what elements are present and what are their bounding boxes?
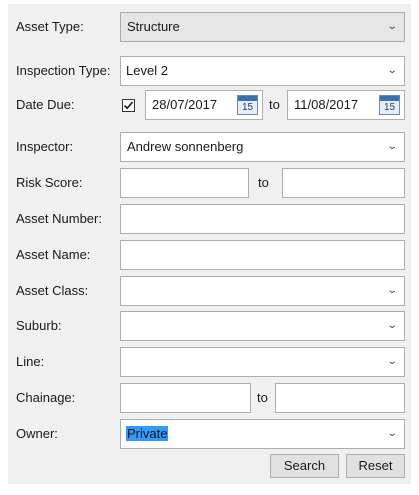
asset-class-label: Asset Class: — [16, 283, 89, 298]
checkmark-icon — [123, 101, 134, 110]
owner-label: Owner: — [16, 426, 58, 441]
asset-type-value: Structure — [127, 19, 180, 34]
reset-button[interactable]: Reset — [346, 454, 405, 478]
suburb-label: Suburb: — [16, 318, 62, 333]
chevron-down-icon: ⌄ — [386, 141, 398, 152]
date-due-from-value: 28/07/2017 — [152, 97, 218, 112]
date-due-from-picker[interactable]: 28/07/2017 15 — [145, 90, 263, 120]
chainage-to-label: to — [257, 390, 268, 405]
chainage-to-input[interactable] — [275, 383, 405, 413]
chainage-label: Chainage: — [16, 390, 76, 405]
inspection-type-value: Level 2 — [126, 63, 168, 78]
risk-score-to-input[interactable] — [282, 168, 405, 198]
risk-score-to-label: to — [258, 175, 269, 190]
calendar-icon[interactable]: 15 — [237, 95, 258, 115]
search-panel: Asset Type: Structure ⌄ Inspection Type:… — [8, 4, 411, 484]
asset-name-label: Asset Name: — [16, 247, 91, 262]
asset-class-select[interactable]: ⌄ — [120, 276, 405, 306]
date-due-to-label: to — [269, 97, 280, 112]
inspection-type-select[interactable]: Level 2 ⌄ — [120, 56, 405, 86]
chevron-down-icon: ⌄ — [386, 428, 398, 439]
line-select[interactable]: ⌄ — [120, 347, 405, 377]
chainage-from-input[interactable] — [120, 383, 251, 413]
date-due-checkbox[interactable] — [122, 99, 135, 112]
chevron-down-icon: ⌄ — [386, 285, 398, 296]
risk-score-label: Risk Score: — [16, 175, 83, 190]
asset-name-input[interactable] — [120, 240, 405, 270]
inspector-select[interactable]: Andrew sonnenberg ⌄ — [120, 132, 405, 162]
date-due-label: Date Due: — [16, 97, 75, 112]
chevron-down-icon: ⌄ — [386, 65, 398, 76]
inspection-type-label: Inspection Type: — [16, 63, 111, 78]
calendar-day: 15 — [383, 102, 396, 113]
chevron-down-icon: ⌄ — [386, 356, 398, 367]
risk-score-from-input[interactable] — [120, 168, 249, 198]
calendar-icon[interactable]: 15 — [379, 95, 400, 115]
chevron-down-icon: ⌄ — [386, 320, 398, 331]
date-due-to-picker[interactable]: 11/08/2017 15 — [287, 90, 405, 120]
asset-number-label: Asset Number: — [16, 211, 102, 226]
calendar-day: 15 — [241, 102, 254, 113]
chevron-down-icon: ⌄ — [386, 21, 398, 32]
owner-select[interactable]: Private ⌄ — [120, 419, 405, 449]
date-due-to-value: 11/08/2017 — [294, 97, 359, 112]
line-label: Line: — [16, 354, 45, 369]
asset-type-select[interactable]: Structure ⌄ — [120, 12, 405, 42]
inspector-value: Andrew sonnenberg — [127, 139, 244, 154]
asset-type-label: Asset Type: — [16, 19, 84, 34]
search-button[interactable]: Search — [270, 454, 339, 478]
owner-value: Private — [126, 426, 169, 441]
suburb-select[interactable]: ⌄ — [120, 311, 405, 341]
asset-number-input[interactable] — [120, 204, 405, 234]
inspector-label: Inspector: — [16, 139, 74, 154]
